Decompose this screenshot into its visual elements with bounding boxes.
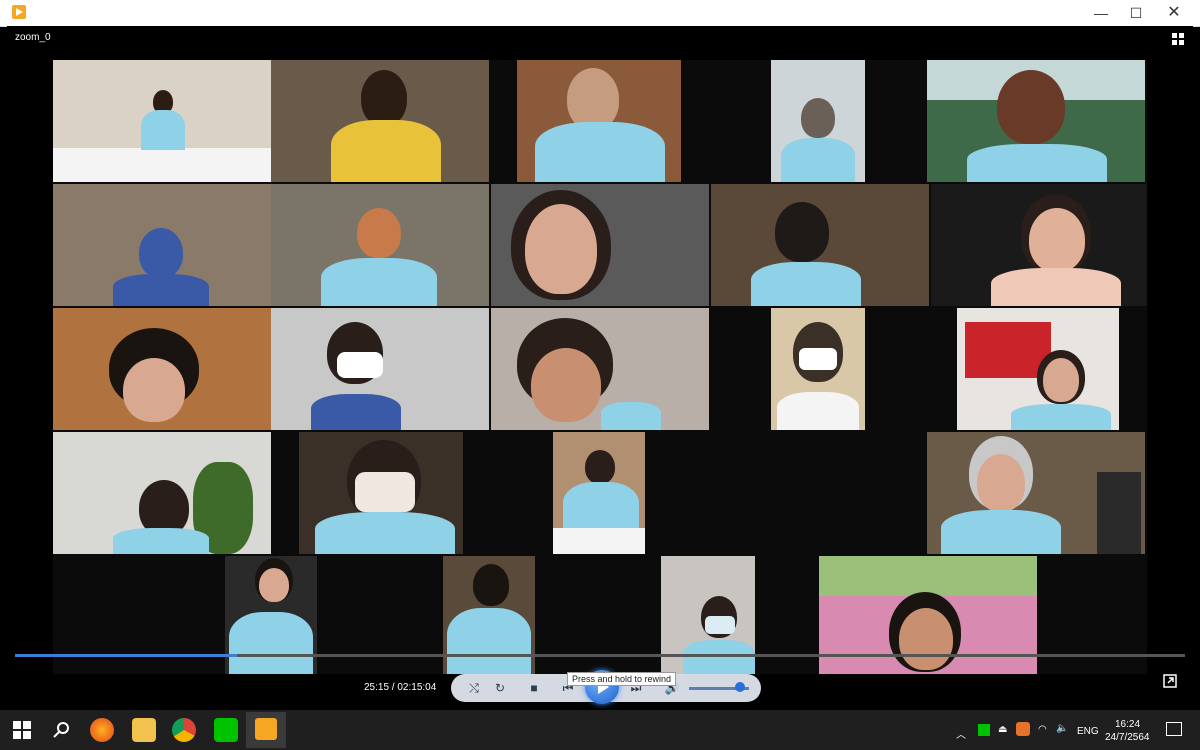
firefox-icon[interactable] (90, 718, 114, 742)
clock-time[interactable]: 16:24 (1115, 719, 1140, 730)
notification-icon[interactable] (1166, 722, 1182, 736)
file-explorer-icon[interactable] (132, 718, 156, 742)
participant-tile (271, 60, 489, 182)
participant-tile (53, 184, 271, 306)
tray-chevron-icon[interactable]: ︿ (956, 726, 966, 741)
participant-tile (53, 60, 271, 182)
fullscreen-icon[interactable] (1171, 32, 1185, 46)
time-readout: 25:15 / 02:15:04 (364, 682, 437, 693)
media-player-taskbar-button[interactable] (246, 712, 286, 748)
participant-tile (491, 308, 709, 430)
shuffle-icon[interactable]: ⤭ (465, 679, 483, 697)
video-title: zoom_0 (15, 32, 51, 43)
participant-tile (271, 184, 489, 306)
chrome-icon[interactable] (172, 718, 196, 742)
maximize-button[interactable]: ☐ (1117, 0, 1155, 26)
volume-slider-knob[interactable] (735, 682, 745, 692)
repeat-icon[interactable]: ↻ (491, 679, 509, 697)
minimize-button[interactable]: — (1082, 0, 1120, 26)
switch-to-library-icon[interactable] (1163, 674, 1177, 688)
media-player-icon (255, 718, 277, 740)
participant-tile (299, 432, 463, 554)
stop-button[interactable]: ■ (525, 679, 543, 697)
media-player-icon (12, 5, 26, 19)
participant-tile (927, 432, 1145, 554)
search-icon[interactable] (50, 718, 74, 742)
security-tray-icon[interactable] (1016, 722, 1030, 736)
participant-tile (931, 184, 1147, 306)
taskbar: ︿ ⏏ ◠ 🔈 ENG 16:24 24/7/2564 (0, 710, 1200, 750)
usb-icon[interactable]: ⏏ (998, 724, 1007, 735)
participant-tile (711, 184, 929, 306)
windows-logo-icon[interactable] (10, 718, 34, 742)
speaker-icon[interactable]: 🔈 (1056, 723, 1068, 734)
participant-tile (771, 60, 865, 182)
participant-tile (957, 308, 1119, 430)
wifi-icon[interactable]: ◠ (1038, 724, 1047, 735)
participant-tile (771, 308, 865, 430)
seek-bar[interactable] (15, 654, 1185, 657)
close-button[interactable]: ✕ (1155, 0, 1193, 26)
participant-tile (491, 184, 709, 306)
rewind-tooltip: Press and hold to rewind (567, 672, 677, 686)
participant-tile (553, 432, 645, 554)
participant-tile (271, 308, 489, 430)
line-tray-icon[interactable] (978, 724, 990, 736)
participant-tile (517, 60, 681, 182)
clock-date[interactable]: 24/7/2564 (1105, 732, 1150, 743)
seek-progress (15, 654, 238, 657)
participant-tile (53, 308, 271, 430)
video-player[interactable]: zoom_0 25:15 / 02:15:04 ⤭ ↻ ■ ⏮ ⏭ 🔊 Pres… (7, 26, 1193, 710)
line-app-icon[interactable] (214, 718, 238, 742)
window-titlebar: — ☐ ✕ (0, 0, 1200, 27)
participant-tile (53, 432, 271, 554)
language-indicator[interactable]: ENG (1077, 726, 1099, 737)
video-frame (53, 60, 1147, 674)
participant-tile (927, 60, 1145, 182)
